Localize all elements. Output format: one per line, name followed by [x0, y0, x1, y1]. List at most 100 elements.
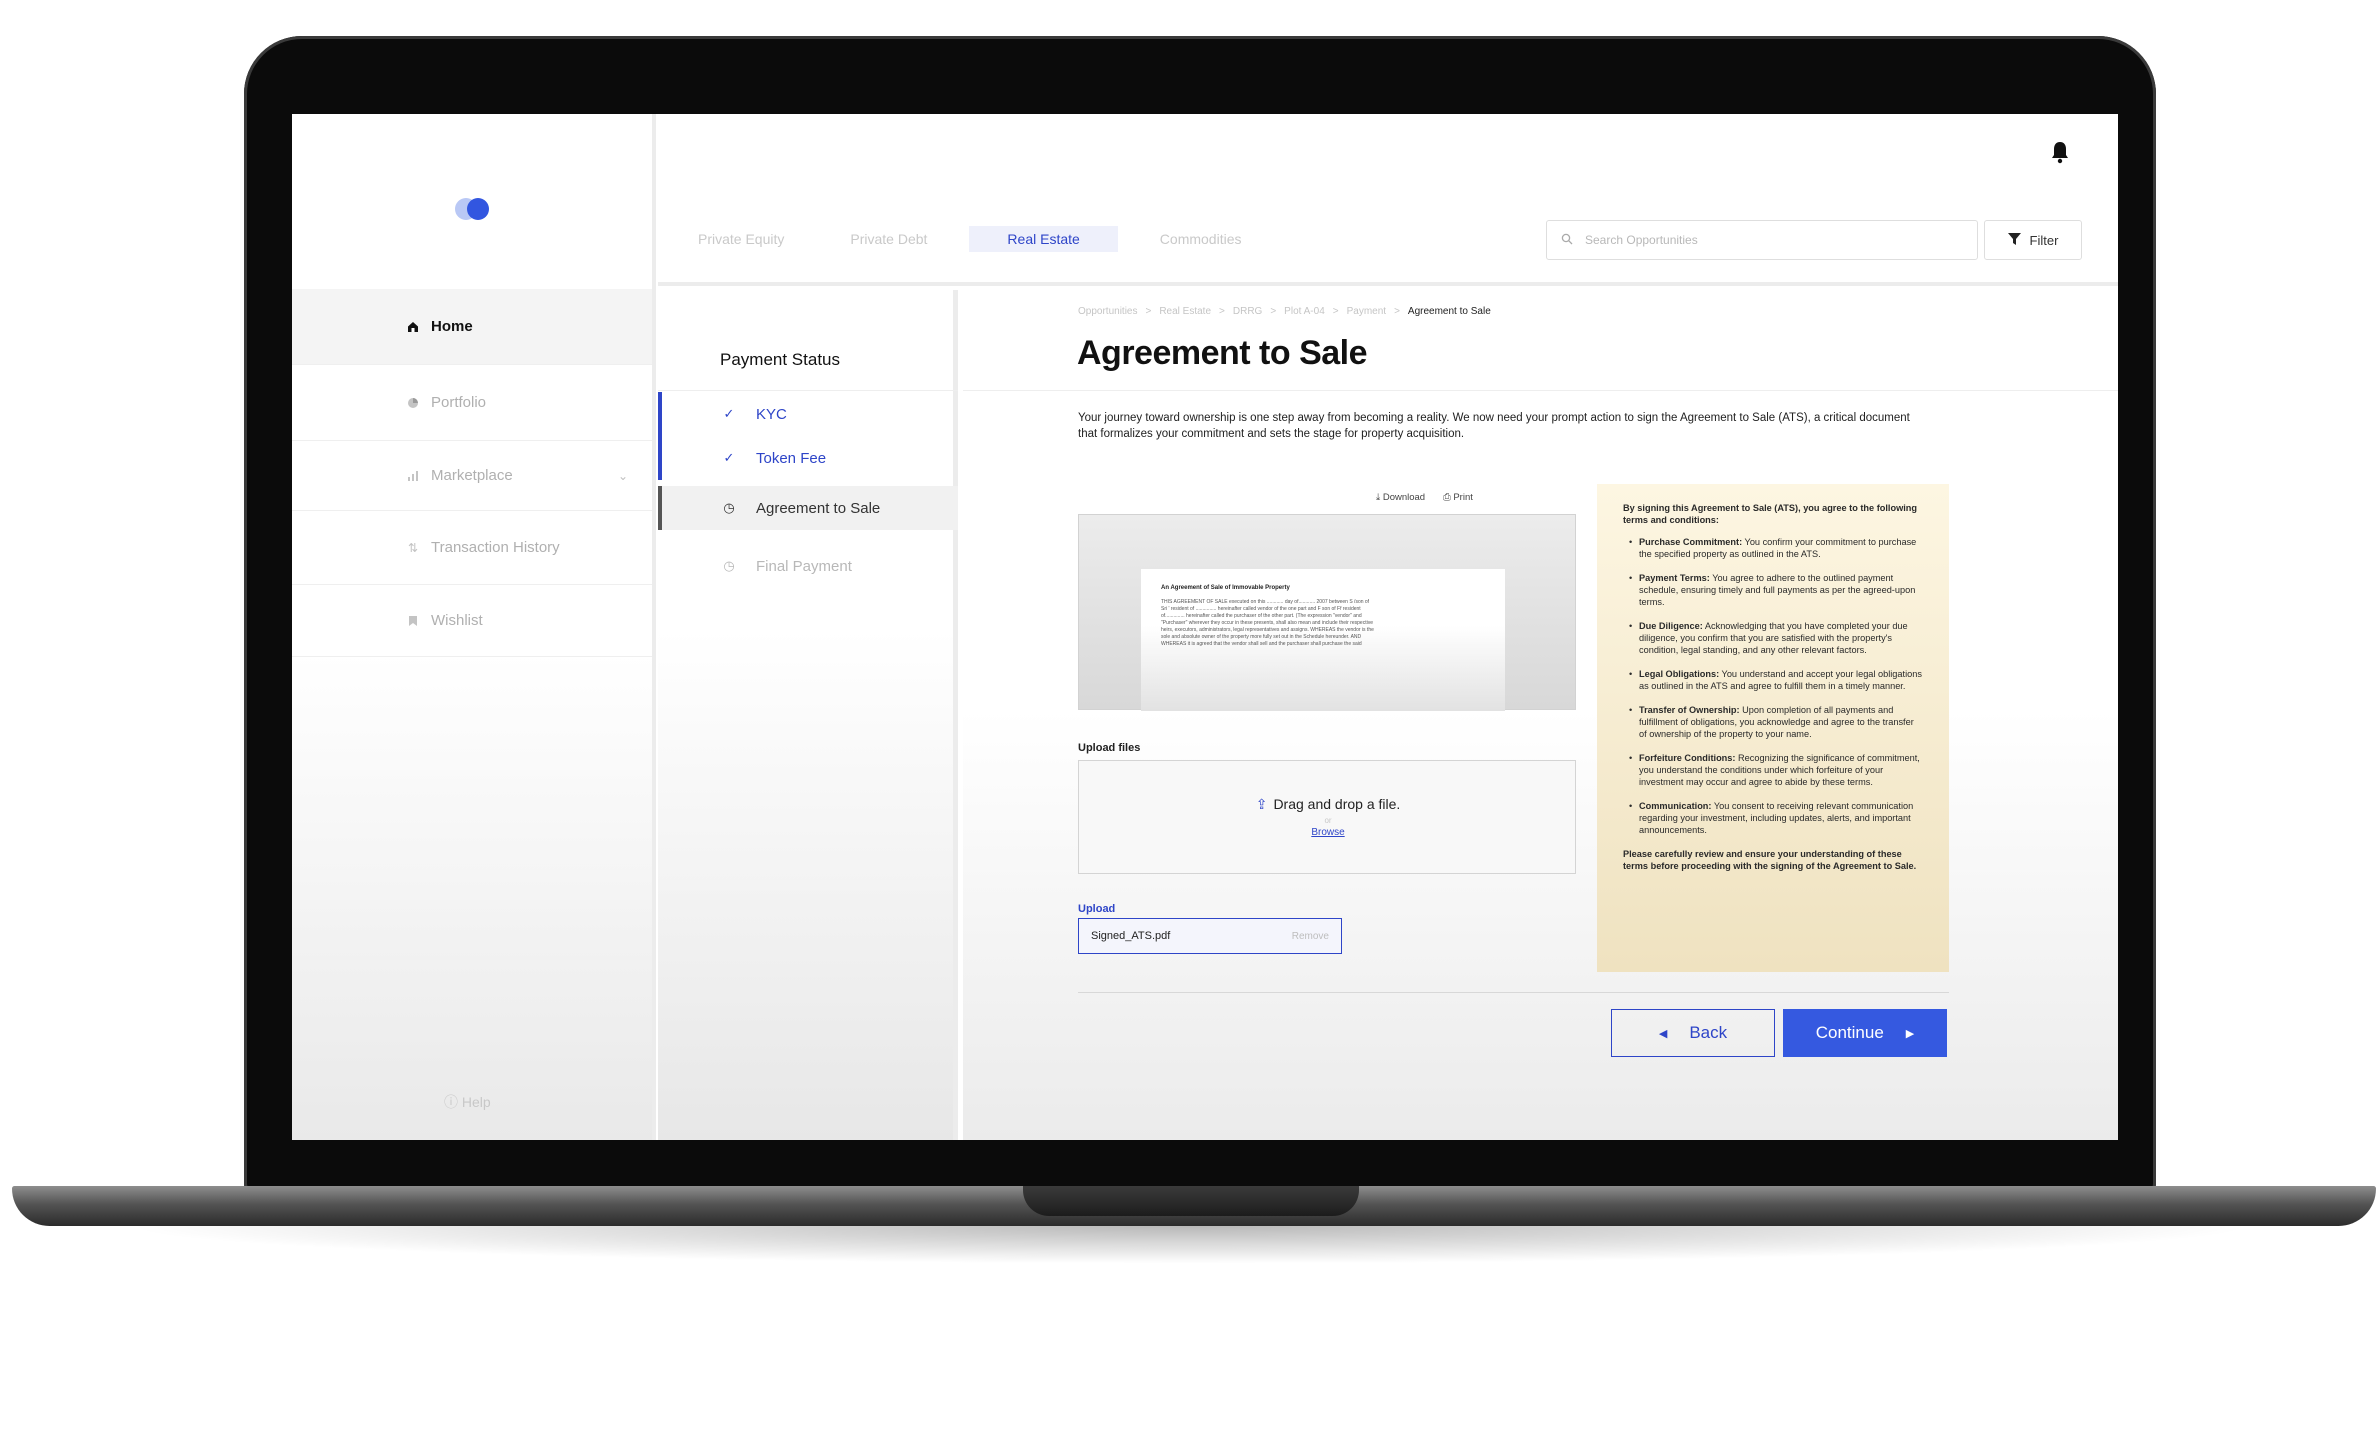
terms-heading: By signing this Agreement to Sale (ATS),…	[1623, 503, 1918, 525]
step-label: KYC	[756, 405, 787, 423]
upload-label: Upload	[1078, 903, 1116, 915]
document-line: sole and absolute owner of the property …	[1161, 634, 1362, 640]
print-icon: ⎙	[1443, 492, 1451, 503]
sidebar-item-marketplace[interactable]: Marketplace ⌄	[292, 441, 652, 511]
download-button[interactable]: ⤓ Download	[1376, 492, 1425, 503]
sidebar-item-wishlist[interactable]: Wishlist	[292, 585, 652, 657]
divider	[963, 390, 2118, 391]
terms-list: Purchase Commitment: You confirm your co…	[1623, 536, 1923, 836]
check-icon: ✓	[723, 450, 735, 465]
arrow-left-icon: ◀	[1658, 1027, 1668, 1040]
sidebar-item-transaction-history[interactable]: ⇅ Transaction History	[292, 511, 652, 585]
laptop-notch	[1023, 1186, 1359, 1216]
terms-panel: By signing this Agreement to Sale (ATS),…	[1597, 484, 1949, 972]
terms-item-title: Due Diligence:	[1639, 621, 1703, 631]
filter-icon	[2007, 232, 2021, 248]
breadcrumb-separator: >	[1145, 306, 1152, 317]
clock-icon: ◷	[723, 500, 735, 515]
uploaded-file-field[interactable]: Signed_ATS.pdf Remove	[1078, 918, 1342, 954]
sidebar-nav: Home Portfolio Marketplace ⌄ ⇅ Transacti…	[292, 289, 652, 657]
print-button[interactable]: ⎙ Print	[1443, 492, 1473, 503]
continue-button[interactable]: Continue ▶	[1783, 1009, 1947, 1057]
terms-item: Purchase Commitment: You confirm your co…	[1629, 536, 1923, 560]
breadcrumb-link[interactable]: Opportunities	[1078, 306, 1137, 317]
sidebar-item-home[interactable]: Home	[292, 289, 652, 365]
terms-item-title: Purchase Commitment:	[1639, 537, 1743, 547]
breadcrumb-link[interactable]: Plot A-04	[1284, 306, 1325, 317]
document-line: Sri ' resident of ............... herein…	[1161, 606, 1361, 612]
dropzone-text-row: ⇪ Drag and drop a file.	[1079, 796, 1577, 813]
payment-status-panel: Payment Status ✓ KYC ✓ Token Fee ◷ Agree…	[658, 290, 958, 1140]
breadcrumb-link[interactable]: Payment	[1347, 306, 1386, 317]
tab-private-debt[interactable]: Private Debt	[826, 226, 951, 252]
step-kyc[interactable]: ✓ KYC	[658, 392, 958, 436]
back-label: Back	[1689, 1023, 1728, 1042]
continue-label: Continue	[1815, 1023, 1884, 1042]
document-line: WHEREAS it is agreed that the vendor sha…	[1161, 641, 1362, 647]
step-token-fee[interactable]: ✓ Token Fee	[658, 436, 958, 480]
arrow-right-icon: ▶	[1905, 1027, 1915, 1040]
brand-logo[interactable]	[455, 196, 495, 220]
bookmark-icon	[405, 613, 421, 629]
file-dropzone[interactable]: ⇪ Drag and drop a file. or Browse	[1078, 760, 1576, 874]
check-icon: ✓	[723, 406, 735, 421]
breadcrumb-separator: >	[1332, 306, 1339, 317]
document-actions: ⤓ Download ⎙ Print	[1376, 492, 1473, 503]
help-label: Help	[461, 1094, 491, 1110]
terms-item: Payment Terms: You agree to adhere to th…	[1629, 572, 1923, 608]
document-line: heirs, executors, administrators, legal …	[1161, 627, 1374, 633]
terms-item-title: Transfer of Ownership:	[1639, 705, 1740, 715]
terms-item-title: Forfeiture Conditions:	[1639, 753, 1736, 763]
search-placeholder: Search Opportunities	[1585, 233, 1698, 247]
main-content: Opportunities > Real Estate > DRRG > Plot A…	[963, 290, 2118, 1140]
terms-item: Forfeiture Conditions: Recognizing the s…	[1629, 752, 1923, 788]
breadcrumb-current: Agreement to Sale	[1407, 306, 1491, 317]
tab-real-estate[interactable]: Real Estate	[969, 226, 1118, 252]
sidebar-item-label: Marketplace	[431, 467, 513, 484]
step-label: Final Payment	[756, 557, 852, 575]
terms-footer: Please carefully review and ensure your …	[1623, 849, 1917, 871]
bell-icon[interactable]	[2050, 140, 2070, 164]
breadcrumb-link[interactable]: Real Estate	[1159, 306, 1211, 317]
terms-item: Due Diligence: Acknowledging that you ha…	[1629, 620, 1923, 656]
download-icon: ⤓	[1376, 492, 1381, 503]
upload-files-label: Upload files	[1078, 742, 1141, 754]
breadcrumb-link[interactable]: DRRG	[1233, 306, 1262, 317]
bar-chart-icon	[405, 468, 421, 484]
terms-item-title: Legal Obligations:	[1639, 669, 1720, 679]
breadcrumb-separator: >	[1219, 306, 1225, 317]
uploaded-file-name: Signed_ATS.pdf	[1091, 930, 1171, 942]
intro-text: Your journey toward ownership is one ste…	[1078, 412, 1910, 440]
tab-private-equity[interactable]: Private Equity	[674, 226, 808, 252]
search-input[interactable]: Search Opportunities	[1546, 220, 1978, 260]
document-heading: An Agreement of Sale of Immovable Proper…	[1161, 585, 1290, 591]
document-preview[interactable]: An Agreement of Sale of Immovable Proper…	[1078, 514, 1576, 711]
step-agreement-to-sale[interactable]: ◷ Agreement to Sale	[658, 486, 958, 530]
clock-icon: ◷	[723, 558, 735, 573]
category-tabs: Private Equity Private Debt Real Estate …	[674, 226, 1284, 252]
help-link[interactable]: ⓘ Help	[444, 1092, 491, 1112]
sidebar-item-label: Wishlist	[431, 612, 483, 629]
breadcrumb-separator: >	[1270, 306, 1277, 317]
sidebar: Home Portfolio Marketplace ⌄ ⇅ Transacti…	[292, 114, 656, 1140]
back-button[interactable]: ◀ Back	[1611, 1009, 1775, 1057]
sidebar-item-portfolio[interactable]: Portfolio	[292, 365, 652, 441]
remove-file-button[interactable]: Remove	[1292, 931, 1329, 942]
sidebar-item-label: Home	[431, 318, 473, 335]
step-final-payment[interactable]: ◷ Final Payment	[658, 544, 958, 588]
filter-button[interactable]: Filter	[1984, 220, 2082, 260]
dropzone-text: Drag and drop a file.	[1273, 796, 1401, 812]
tab-commodities[interactable]: Commodities	[1136, 226, 1266, 252]
document-line: THIS AGREEMENT OF SALE executed on this …	[1161, 599, 1370, 605]
sidebar-item-label: Transaction History	[431, 539, 560, 556]
print-label: Print	[1453, 492, 1473, 503]
chevron-down-icon[interactable]: ⌄	[618, 469, 628, 483]
payment-status-title: Payment Status	[720, 350, 841, 369]
upload-cloud-icon: ⇪	[1255, 796, 1268, 812]
document-line: "Purchaser" wherever they occur in these…	[1161, 620, 1373, 626]
search-icon	[1561, 233, 1573, 248]
home-icon	[405, 319, 421, 335]
help-icon: ⓘ	[444, 1094, 458, 1110]
terms-item: Transfer of Ownership: Upon completion o…	[1629, 704, 1923, 740]
browse-link[interactable]: Browse	[1079, 827, 1577, 838]
